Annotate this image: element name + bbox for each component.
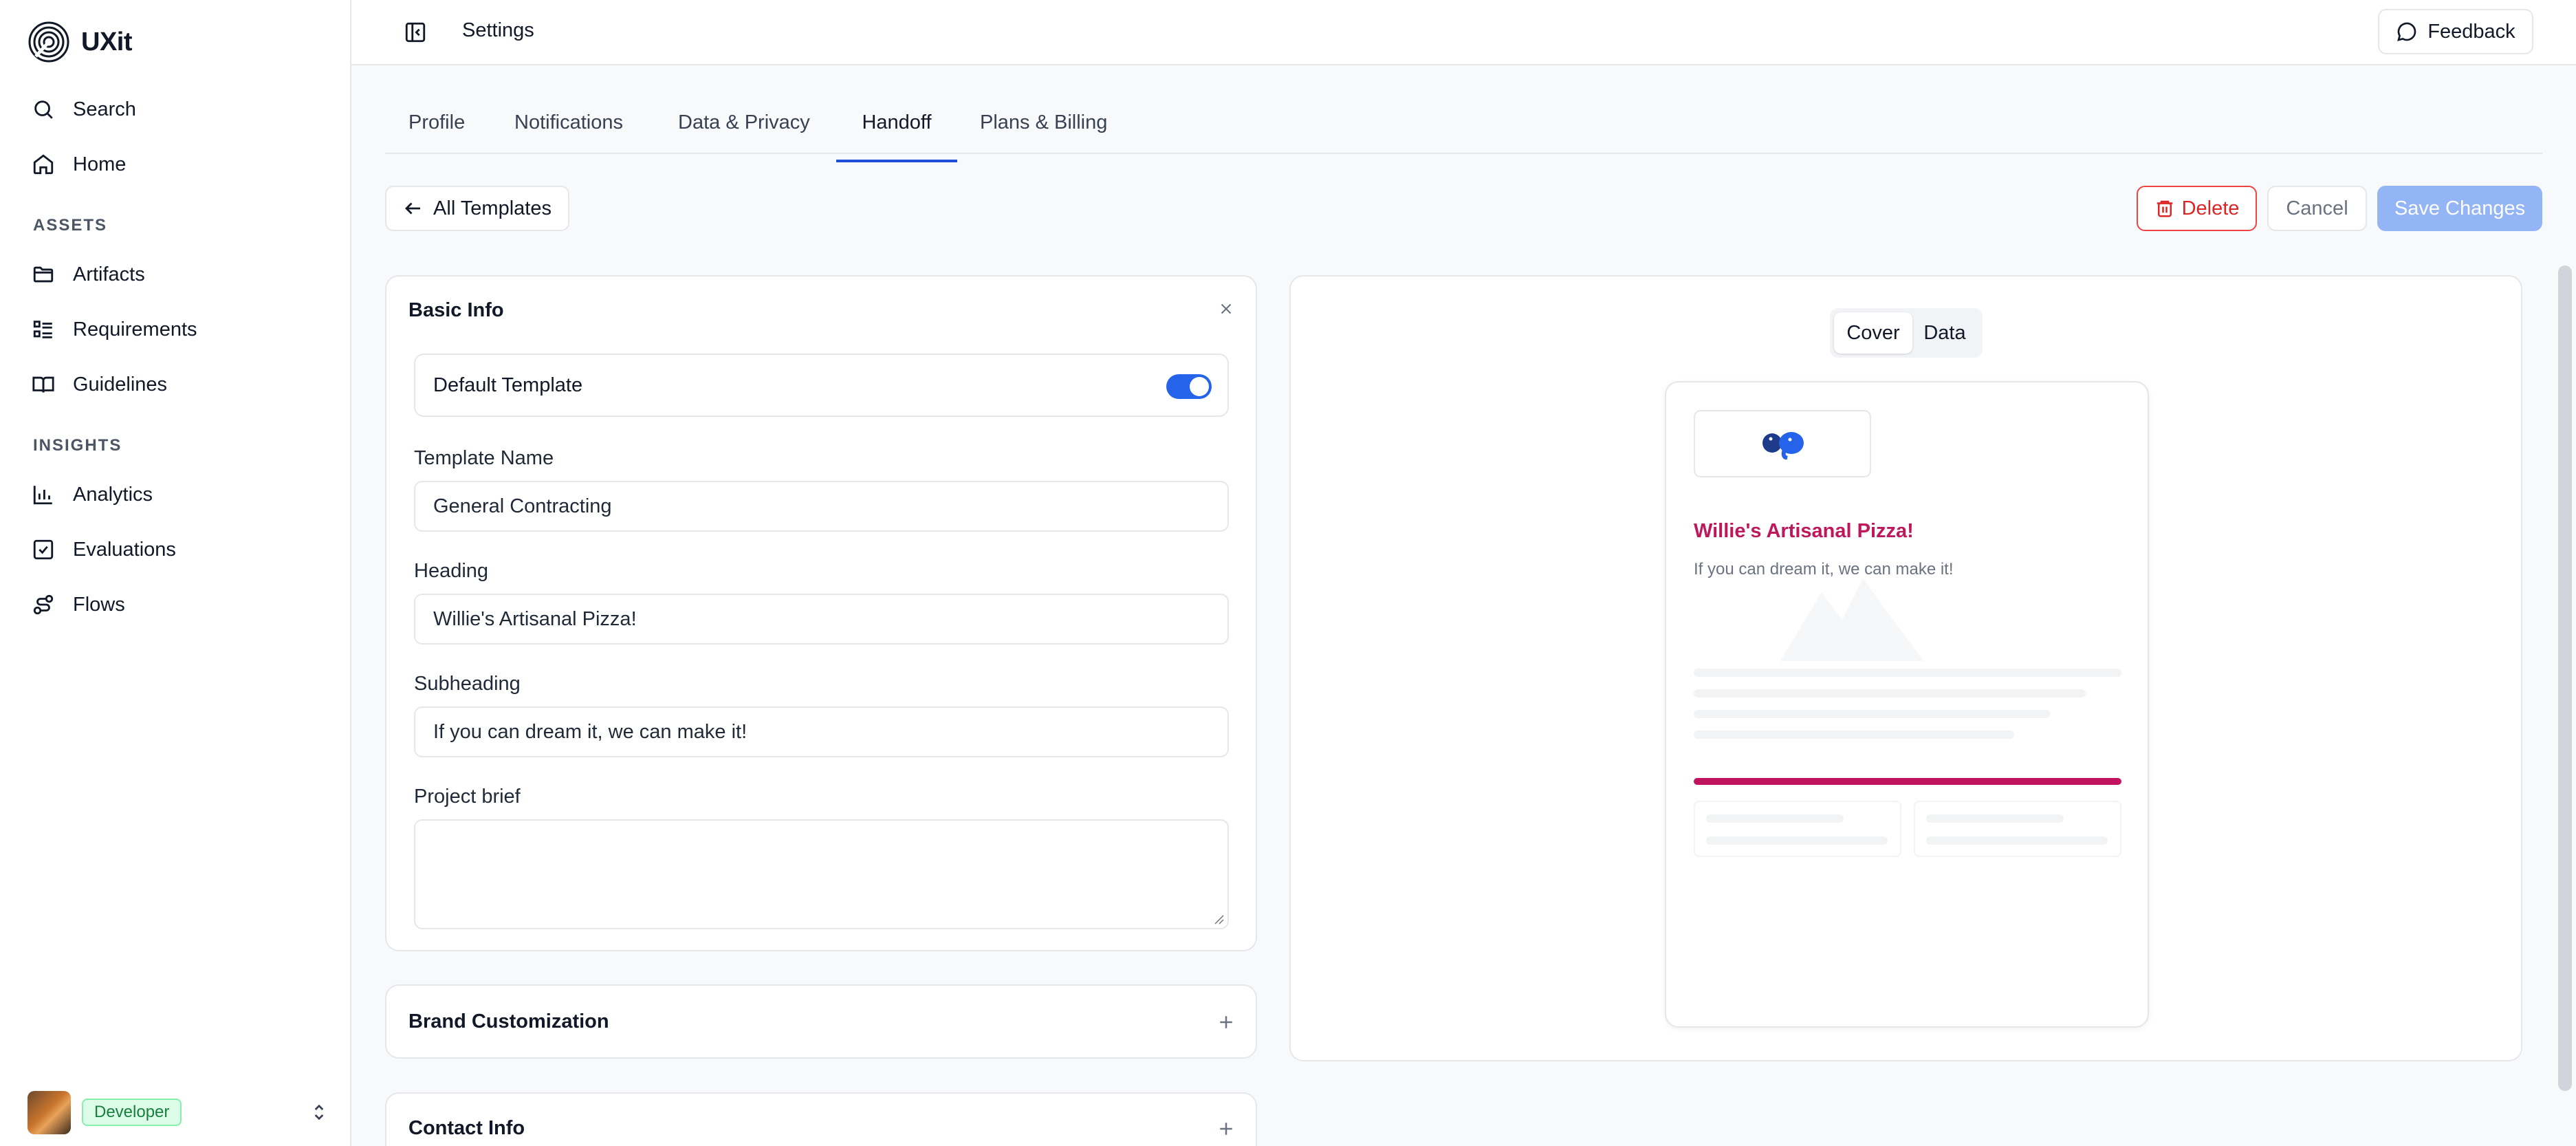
page-scrollbar[interactable] [2558, 266, 2572, 1091]
home-icon [33, 154, 54, 175]
placeholder-line [1694, 731, 2014, 739]
sidebar-item-search[interactable]: Search [17, 87, 333, 131]
message-circle-icon [2397, 22, 2416, 41]
section-label-insights: INSIGHTS [33, 436, 122, 455]
flow-icon [33, 594, 54, 615]
subheading-label: Subheading [414, 673, 521, 695]
chevron-up-down-icon [314, 1104, 324, 1121]
sidebar-item-analytics[interactable]: Analytics [17, 473, 333, 517]
heading-input[interactable]: Willie's Artisanal Pizza! [414, 594, 1229, 645]
close-icon[interactable] [1217, 300, 1235, 318]
trash-icon [2157, 200, 2172, 217]
placeholder-line [1694, 669, 2121, 677]
check-square-icon [33, 539, 54, 560]
role-badge: Developer [82, 1099, 182, 1126]
preview-heading: Willie's Artisanal Pizza! [1694, 520, 1914, 542]
preview-mode-switch: Cover Data [1830, 308, 1983, 358]
avatar [28, 1090, 71, 1134]
arrow-left-icon [405, 202, 421, 215]
sidebar-item-label: Home [73, 153, 127, 175]
bar-chart-icon [33, 486, 52, 505]
placeholder-box [1914, 801, 2121, 857]
default-template-row: Default Template [414, 354, 1229, 417]
tab-plans-billing[interactable]: Plans & Billing [980, 111, 1107, 154]
subheading-input[interactable]: If you can dream it, we can make it! [414, 706, 1229, 757]
sidebar-item-artifacts[interactable]: Artifacts [17, 252, 333, 296]
tab-data-privacy[interactable]: Data & Privacy [678, 111, 810, 154]
basic-info-title: Basic Info [408, 299, 504, 321]
brand-logo [1694, 410, 1871, 477]
placeholder-box [1694, 801, 1901, 857]
sidebar-item-requirements[interactable]: Requirements [17, 307, 333, 352]
delete-label: Delete [2181, 197, 2240, 219]
plus-icon[interactable] [1216, 1118, 1236, 1139]
preview-tab-cover[interactable]: Cover [1834, 312, 1912, 354]
elephant-logo-icon [1762, 432, 1804, 460]
placeholder-image-icon [1780, 579, 1923, 661]
tab-handoff[interactable]: Handoff [836, 111, 957, 162]
template-name-input[interactable]: General Contracting [414, 481, 1229, 532]
default-template-label: Default Template [433, 374, 583, 396]
cancel-button[interactable]: Cancel [2267, 186, 2367, 231]
brand-accent-bar [1694, 778, 2121, 785]
project-brief-textarea[interactable] [414, 819, 1229, 929]
cover-preview-document: Willie's Artisanal Pizza! If you can dre… [1665, 381, 2149, 1028]
app-name: UXit [81, 27, 133, 56]
sidebar-item-label: Search [73, 98, 136, 120]
sidebar-item-flows[interactable]: Flows [17, 583, 333, 627]
placeholder-line [1694, 710, 2050, 718]
sidebar-item-label: Flows [73, 593, 125, 616]
sidebar-toggle-icon[interactable] [404, 21, 427, 44]
sidebar-item-evaluations[interactable]: Evaluations [17, 528, 333, 572]
sidebar: UXit Search Home ASSETS Artifacts Requir… [0, 0, 351, 1146]
save-changes-button[interactable]: Save Changes [2377, 186, 2542, 231]
contact-info-title: Contact Info [408, 1117, 525, 1139]
settings-tabs: Profile Notifications Data & Privacy Han… [385, 103, 2542, 162]
sidebar-item-guidelines[interactable]: Guidelines [17, 363, 333, 407]
search-icon [34, 100, 53, 119]
all-templates-label: All Templates [433, 197, 552, 219]
template-preview-panel: Cover Data Willie's Artisanal Pizza! If … [1289, 275, 2522, 1061]
preview-subheading: If you can dream it, we can make it! [1694, 560, 1954, 579]
toggle-knob [1190, 377, 1209, 396]
sidebar-item-home[interactable]: Home [17, 142, 333, 186]
plus-icon[interactable] [1216, 1012, 1236, 1033]
resize-grip-icon[interactable] [1212, 913, 1225, 925]
default-template-toggle[interactable] [1166, 374, 1212, 399]
list-icon [33, 321, 52, 338]
delete-button[interactable]: Delete [2137, 186, 2257, 231]
all-templates-button[interactable]: All Templates [385, 186, 569, 231]
tab-profile[interactable]: Profile [408, 111, 465, 154]
uxit-logo-icon [28, 21, 69, 63]
sidebar-item-label: Requirements [73, 318, 197, 340]
template-name-label: Template Name [414, 447, 554, 469]
feedback-label: Feedback [2427, 20, 2515, 43]
top-bar: Settings Feedback [351, 0, 2576, 65]
page-title: Settings [462, 19, 534, 41]
project-brief-label: Project brief [414, 786, 521, 808]
sidebar-item-label: Evaluations [73, 538, 176, 561]
user-menu[interactable]: Developer [28, 1090, 330, 1134]
heading-label: Heading [414, 560, 489, 582]
brand-customization-card[interactable]: Brand Customization [385, 984, 1257, 1059]
basic-info-card: Basic Info Default Template Template Nam… [385, 275, 1257, 951]
app-logo[interactable]: UXit [28, 21, 133, 63]
folder-icon [33, 266, 54, 283]
preview-tab-data[interactable]: Data [1915, 312, 1974, 354]
sidebar-item-label: Analytics [73, 483, 153, 506]
tab-notifications[interactable]: Notifications [514, 111, 623, 154]
feedback-button[interactable]: Feedback [2378, 9, 2533, 54]
book-icon [32, 376, 54, 393]
sidebar-item-label: Artifacts [73, 263, 145, 285]
section-label-assets: ASSETS [33, 216, 108, 235]
sidebar-item-label: Guidelines [73, 373, 168, 396]
brand-customization-title: Brand Customization [408, 1010, 609, 1033]
contact-info-card[interactable]: Contact Info [385, 1092, 1257, 1146]
placeholder-line [1694, 689, 2086, 698]
